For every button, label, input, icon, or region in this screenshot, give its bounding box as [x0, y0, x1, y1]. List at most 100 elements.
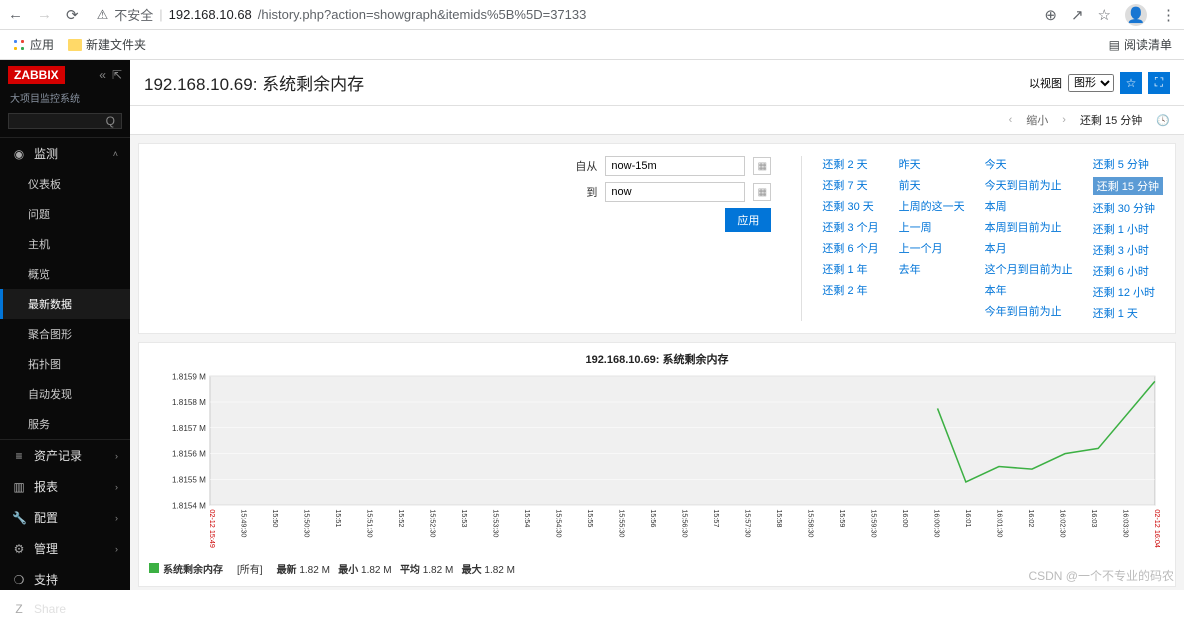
sidebar-sub-item[interactable]: 概览 [0, 259, 130, 289]
nav-support[interactable]: ❍支持 [0, 564, 130, 595]
calendar-icon[interactable]: ▦ [753, 157, 771, 175]
quick-range-link[interactable]: 前天 [899, 177, 965, 193]
share-icon[interactable]: ↗ [1071, 6, 1084, 24]
wrench-icon: 🔧 [12, 511, 26, 525]
reload-icon[interactable]: ⟳ [66, 6, 79, 24]
quick-range-link[interactable]: 本周到目前为止 [985, 219, 1073, 235]
gear-icon: ⚙ [12, 542, 26, 556]
star-icon[interactable]: ☆ [1098, 6, 1111, 24]
to-input[interactable] [605, 182, 745, 202]
quick-range-link[interactable]: 去年 [899, 261, 965, 277]
page-header: 192.168.10.69: 系统剩余内存 以视图 图形 ☆ ⛶ [130, 60, 1184, 106]
quick-range-link[interactable]: 上周的这一天 [899, 198, 965, 214]
url-host: 192.168.10.68 [169, 7, 252, 22]
url-bar[interactable]: ⚠ 不安全 | 192.168.10.68/history.php?action… [89, 5, 1035, 24]
svg-text:1.8157 M: 1.8157 M [172, 424, 206, 433]
nav-inventory[interactable]: ≡资产记录› [0, 439, 130, 471]
svg-text:15:58:30: 15:58:30 [806, 509, 814, 537]
apps-button[interactable]: 应用 [12, 36, 54, 53]
quick-range-link[interactable]: 本周 [985, 198, 1073, 214]
svg-text:16:03: 16:03 [1090, 509, 1098, 527]
sidebar-sub-item[interactable]: 拓扑图 [0, 349, 130, 379]
nav-admin[interactable]: ⚙管理› [0, 533, 130, 564]
time-nav: ‹ 缩小 › 还剩 15 分钟 🕓 [130, 106, 1184, 135]
zoom-icon[interactable]: ⊕ [1044, 6, 1057, 24]
bookmark-folder[interactable]: 新建文件夹 [68, 36, 146, 53]
calendar-icon[interactable]: ▦ [753, 183, 771, 201]
sidebar-sub-item[interactable]: 主机 [0, 229, 130, 259]
quick-range-link[interactable]: 还剩 1 年 [822, 261, 878, 277]
quick-range-link[interactable]: 还剩 6 个月 [822, 240, 878, 256]
quick-range-link[interactable]: 昨天 [899, 156, 965, 172]
nav-monitoring[interactable]: ◉监测˄ [0, 137, 130, 169]
search-input[interactable]: Q [8, 113, 122, 129]
quick-range-link[interactable]: 今天 [985, 156, 1073, 172]
quick-range-link[interactable]: 还剩 2 年 [822, 282, 878, 298]
quick-range-link[interactable]: 还剩 6 小时 [1093, 263, 1163, 279]
svg-text:16:01:30: 16:01:30 [995, 509, 1003, 537]
quick-range-link[interactable]: 本年 [985, 282, 1073, 298]
apps-icon [12, 38, 26, 52]
sidebar-sub-item[interactable]: 问题 [0, 199, 130, 229]
favorite-button[interactable]: ☆ [1120, 72, 1142, 94]
sidebar-sub-item[interactable]: 服务 [0, 409, 130, 439]
from-input[interactable] [605, 156, 745, 176]
quick-range-link[interactable]: 还剩 2 天 [822, 156, 878, 172]
sidebar-sub-item[interactable]: 仪表板 [0, 169, 130, 199]
svg-text:15:53: 15:53 [460, 509, 468, 527]
url-path: /history.php?action=showgraph&itemids%5B… [258, 7, 587, 22]
chart-svg: 1.8154 M1.8155 M1.8156 M1.8157 M1.8158 M… [149, 371, 1165, 557]
quick-range-link[interactable]: 还剩 1 小时 [1093, 221, 1163, 237]
folder-icon [68, 39, 82, 51]
chevron-right-icon: › [115, 513, 118, 523]
back-icon[interactable]: ← [8, 6, 23, 24]
quick-range-link[interactable]: 今年到目前为止 [985, 303, 1073, 319]
time-next-icon[interactable]: › [1062, 114, 1066, 126]
sidebar-sub-item[interactable]: 聚合图形 [0, 319, 130, 349]
filter-panel: 自从 ▦ 到 ▦ 应用 还剩 2 天还剩 7 天还剩 30 天还剩 3 个月还剩… [138, 143, 1176, 334]
svg-text:1.8159 M: 1.8159 M [172, 372, 206, 381]
fullscreen-button[interactable]: ⛶ [1148, 72, 1170, 94]
reading-list[interactable]: ▤ 阅读清单 [1109, 36, 1172, 53]
forward-icon[interactable]: → [37, 6, 52, 24]
apply-button[interactable]: 应用 [725, 208, 771, 232]
quick-range-link[interactable]: 还剩 3 小时 [1093, 242, 1163, 258]
browser-toolbar: ← → ⟳ ⚠ 不安全 | 192.168.10.68/history.php?… [0, 0, 1184, 30]
profile-avatar[interactable]: 👤 [1125, 4, 1147, 26]
zabbix-logo[interactable]: ZABBIX [8, 66, 65, 84]
chevron-right-icon: › [115, 451, 118, 461]
quick-range-link[interactable]: 这个月到目前为止 [985, 261, 1073, 277]
security-label: 不安全 [114, 5, 153, 24]
time-range-label[interactable]: 还剩 15 分钟 [1080, 112, 1142, 128]
menu-icon[interactable]: ⋮ [1161, 6, 1176, 24]
quick-range-link[interactable]: 上一周 [899, 219, 965, 235]
svg-text:15:58: 15:58 [775, 509, 783, 527]
view-select[interactable]: 图形 [1068, 74, 1114, 92]
svg-text:15:55: 15:55 [586, 509, 594, 527]
quick-range-link[interactable]: 还剩 1 天 [1093, 305, 1163, 321]
svg-text:15:55:30: 15:55:30 [617, 509, 625, 537]
quick-range-link[interactable]: 上一个月 [899, 240, 965, 256]
sidebar-sub-item[interactable]: 最新数据 [0, 289, 130, 319]
view-label: 以视图 [1029, 75, 1062, 91]
quick-range-link[interactable]: 还剩 15 分钟 [1093, 177, 1163, 195]
nav-config[interactable]: 🔧配置› [0, 502, 130, 533]
nav-share[interactable]: ZShare [0, 595, 130, 623]
bookmarks-bar: 应用 新建文件夹 ▤ 阅读清单 [0, 30, 1184, 60]
zoom-out[interactable]: 缩小 [1026, 112, 1048, 128]
quick-range-link[interactable]: 还剩 30 天 [822, 198, 878, 214]
quick-range-link[interactable]: 还剩 7 天 [822, 177, 878, 193]
quick-range-link[interactable]: 本月 [985, 240, 1073, 256]
warning-icon: ⚠ [97, 7, 109, 23]
popout-icon[interactable]: ⇱ [112, 68, 122, 82]
quick-range-link[interactable]: 还剩 5 分钟 [1093, 156, 1163, 172]
quick-range-link[interactable]: 还剩 12 小时 [1093, 284, 1163, 300]
sidebar-sub-item[interactable]: 自动发现 [0, 379, 130, 409]
time-prev-icon[interactable]: ‹ [1009, 114, 1013, 126]
quick-range-link[interactable]: 还剩 30 分钟 [1093, 200, 1163, 216]
quick-range-link[interactable]: 今天到目前为止 [985, 177, 1073, 193]
quick-range-link[interactable]: 还剩 3 个月 [822, 219, 878, 235]
collapse-icon[interactable]: « [99, 68, 106, 82]
chevron-right-icon: › [115, 544, 118, 554]
nav-reports[interactable]: ▥报表› [0, 471, 130, 502]
